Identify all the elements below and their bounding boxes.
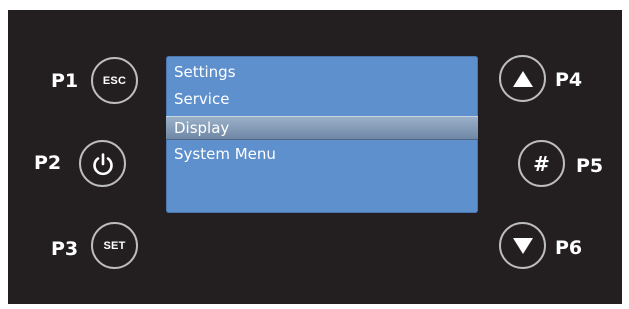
- label-p2: P2: [34, 152, 62, 174]
- lcd-screen: Settings Service Display System Menu: [166, 56, 478, 213]
- menu-item-system-menu[interactable]: System Menu: [166, 142, 478, 166]
- label-p5: P5: [576, 155, 604, 177]
- label-p3: P3: [51, 238, 79, 260]
- triangle-down-icon: [512, 237, 533, 254]
- hash-button-label: #: [533, 151, 550, 176]
- hash-button[interactable]: #: [518, 140, 565, 187]
- set-button-label: SET: [103, 239, 126, 252]
- set-button[interactable]: SET: [91, 222, 138, 269]
- power-button[interactable]: [79, 140, 126, 187]
- power-icon: [92, 152, 113, 175]
- label-p6: P6: [555, 237, 583, 259]
- menu-item-service[interactable]: Service: [166, 87, 478, 111]
- down-button[interactable]: [499, 222, 546, 269]
- menu-item-settings[interactable]: Settings: [166, 60, 478, 84]
- triangle-up-icon: [512, 70, 533, 87]
- control-panel: P1 ESC P2 P3 SET Settings Service Displa…: [8, 10, 622, 304]
- esc-button[interactable]: ESC: [91, 57, 138, 104]
- menu-item-display[interactable]: Display: [166, 116, 478, 140]
- label-p4: P4: [555, 69, 583, 91]
- label-p1: P1: [51, 70, 79, 92]
- esc-button-label: ESC: [102, 74, 127, 87]
- up-button[interactable]: [499, 55, 546, 102]
